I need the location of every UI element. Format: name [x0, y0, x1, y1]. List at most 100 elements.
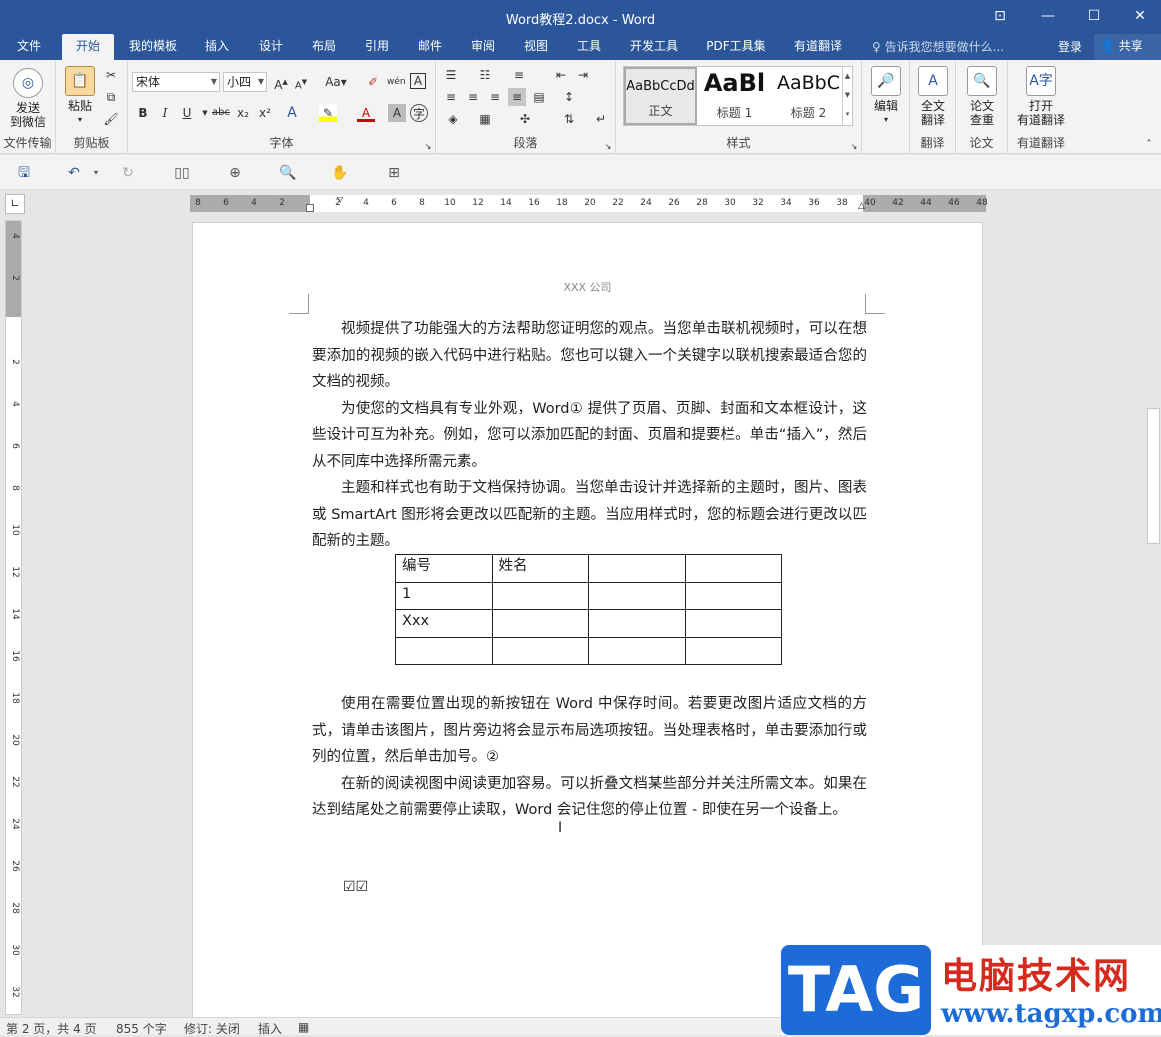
font-size-select[interactable]: 小四 ▼ [223, 72, 267, 92]
insert-mode-status[interactable]: 插入 [258, 1020, 282, 1037]
italic-button[interactable]: I [156, 104, 174, 122]
close-button[interactable]: ✕ [1130, 6, 1150, 26]
cut-icon[interactable]: ✂ [102, 66, 120, 84]
tab-home[interactable]: 开始 [62, 34, 114, 60]
save-icon[interactable]: 🖫 [14, 163, 34, 183]
tab-tools[interactable]: 工具 [566, 34, 612, 60]
show-marks-icon[interactable]: ↵ [592, 110, 610, 128]
sort-icon[interactable]: ⇅ [560, 110, 578, 128]
tab-layout[interactable]: 布局 [301, 34, 347, 60]
document-table[interactable]: 编号 姓名 1 Xxx [395, 554, 782, 665]
document-page[interactable]: XXX 公司 视频提供了功能强大的方法帮助您证明您的观点。当您单击联机视频时，可… [192, 222, 983, 1022]
increase-indent-icon[interactable]: ⇥ [574, 66, 592, 84]
clear-formatting-icon[interactable]: ✐ [364, 73, 382, 91]
paragraph-2[interactable]: 为使您的文档具有专业外观，Word① 提供了页眉、页脚、封面和文本框设计，这些设… [312, 396, 867, 476]
full-text-translate-button[interactable]: A 全文 翻译 [914, 66, 952, 127]
tab-mailings[interactable]: 邮件 [407, 34, 453, 60]
character-shading-icon[interactable]: A [388, 104, 406, 122]
vertical-ruler[interactable]: 4 2 2 4 6 8 10 12 14 16 18 20 22 24 26 28 30 32 [5, 220, 22, 1015]
table-cell[interactable] [684, 554, 782, 583]
bullets-icon[interactable]: ☰ [442, 66, 460, 84]
shrink-font-icon[interactable]: A▼ [292, 73, 310, 91]
print-preview-icon[interactable]: 🔍 [278, 163, 298, 183]
macro-record-icon[interactable]: ▦ [298, 1020, 309, 1034]
style-scroll-arrows[interactable]: ▲ ▼ ▾ [842, 67, 852, 125]
tab-review[interactable]: 审阅 [460, 34, 506, 60]
web-layout-icon[interactable]: ⊕ [225, 163, 245, 183]
tab-view[interactable]: 视图 [513, 34, 559, 60]
numbering-icon[interactable]: ☷ [476, 66, 494, 84]
copy-icon[interactable]: ⧉ [102, 88, 120, 106]
text-effects-icon[interactable]: A [283, 104, 301, 122]
document-body[interactable]: 视频提供了功能强大的方法帮助您证明您的观点。当您单击联机视频时，可以在想要添加的… [312, 316, 867, 555]
left-indent-marker-icon[interactable] [306, 204, 314, 212]
styles-dialog-launcher-icon[interactable]: ↘ [849, 142, 859, 152]
track-changes-status[interactable]: 修订: 关闭 [184, 1020, 240, 1037]
paragraph-dialog-launcher-icon[interactable]: ↘ [603, 142, 613, 152]
tab-pdf-tools[interactable]: PDF工具集 [698, 34, 774, 60]
grow-font-icon[interactable]: A▲ [272, 73, 290, 92]
scrollbar-thumb[interactable] [1147, 408, 1160, 544]
tab-references[interactable]: 引用 [354, 34, 400, 60]
bold-button[interactable]: B [134, 104, 152, 122]
maximize-button[interactable]: ☐ [1084, 6, 1104, 26]
paragraph-3[interactable]: 主题和样式也有助于文档保持协调。当您单击设计并选择新的主题时，图片、图表或 Sm… [312, 475, 867, 555]
table-cell[interactable] [588, 636, 686, 665]
right-indent-marker-icon[interactable]: △ [858, 201, 865, 211]
customize-qat-icon[interactable]: ⊞ [384, 163, 404, 183]
paragraph-1[interactable]: 视频提供了功能强大的方法帮助您证明您的观点。当您单击联机视频时，可以在想要添加的… [312, 316, 867, 396]
table-cell[interactable] [491, 609, 589, 638]
tab-insert[interactable]: 插入 [194, 34, 240, 60]
thesis-check-button[interactable]: 🔍 论文 查重 [963, 66, 1001, 127]
table-cell[interactable] [684, 636, 782, 665]
align-right-icon[interactable]: ≡ [486, 88, 504, 106]
send-to-wechat-button[interactable]: ◎ 发送 到微信 [6, 68, 50, 129]
redo-icon[interactable]: ↻ [118, 163, 138, 183]
checkboxes[interactable]: ☑☑ [343, 879, 368, 895]
table-cell[interactable] [588, 609, 686, 638]
page-count[interactable]: 第 2 页，共 4 页 [6, 1020, 97, 1037]
table-cell[interactable]: 编号 [395, 554, 493, 583]
paragraph-4[interactable]: 使用在需要位置出现的新按钮在 Word 中保存时间。若要更改图片适应文档的方式，… [312, 691, 867, 771]
multilevel-list-icon[interactable]: ≡ [510, 66, 528, 84]
collapse-ribbon-icon[interactable]: ˄ [1140, 136, 1158, 154]
share-button[interactable]: 👤 共享 [1094, 34, 1161, 60]
font-dialog-launcher-icon[interactable]: ↘ [423, 142, 433, 152]
chinese-layout-icon[interactable]: ✣ [516, 110, 534, 128]
undo-dropdown-icon[interactable]: ▾ [86, 163, 106, 183]
font-color-icon[interactable]: A [357, 104, 375, 122]
table-cell[interactable] [684, 609, 782, 638]
ribbon-display-options-icon[interactable]: ⊡ [990, 6, 1010, 26]
open-youdao-button[interactable]: A字 打开 有道翻译 [1012, 66, 1070, 127]
first-line-indent-marker-icon[interactable]: ▽ [337, 195, 343, 204]
style-heading1[interactable]: AaBl 标题 1 [698, 67, 771, 125]
page-header[interactable]: XXX 公司 [193, 279, 982, 295]
editing-button[interactable]: 🔎 编辑 ▾ [868, 66, 904, 127]
shading-icon[interactable]: ◈ [444, 110, 462, 128]
tab-selector[interactable]: ∟ [5, 194, 25, 214]
decrease-indent-icon[interactable]: ⇤ [552, 66, 570, 84]
underline-button[interactable]: U [178, 104, 196, 122]
tab-youdao-translate[interactable]: 有道翻译 [784, 34, 852, 60]
table-cell[interactable]: 1 [395, 581, 493, 610]
paragraph-5[interactable]: 在新的阅读视图中阅读更加容易。可以折叠文档某些部分并关注所需文本。如果在达到结尾… [312, 771, 867, 824]
highlight-color-icon[interactable]: ✎ [319, 104, 337, 122]
table-cell[interactable] [491, 636, 589, 665]
tab-design[interactable]: 设计 [248, 34, 294, 60]
change-case-icon[interactable]: Aa▾ [324, 73, 348, 91]
table-cell[interactable] [395, 636, 493, 665]
font-name-select[interactable]: 宋体 ▼ [132, 72, 220, 92]
table-cell[interactable] [684, 581, 782, 610]
align-left-icon[interactable]: ≡ [442, 88, 460, 106]
line-spacing-icon[interactable]: ↕ [560, 88, 578, 106]
document-body-continued[interactable]: 使用在需要位置出现的新按钮在 Word 中保存时间。若要更改图片适应文档的方式，… [312, 691, 867, 824]
table-cell[interactable] [588, 554, 686, 583]
phonetic-guide-icon[interactable]: wén [387, 73, 406, 91]
table-cell[interactable] [491, 581, 589, 610]
strikethrough-button[interactable]: abc [210, 104, 232, 122]
touch-mode-icon[interactable]: ✋ [330, 163, 350, 183]
enclose-characters-icon[interactable]: 字 [410, 104, 428, 122]
borders-icon[interactable]: ▦ [476, 110, 494, 128]
minimize-button[interactable]: — [1038, 6, 1058, 26]
table-cell[interactable]: 姓名 [491, 554, 589, 583]
